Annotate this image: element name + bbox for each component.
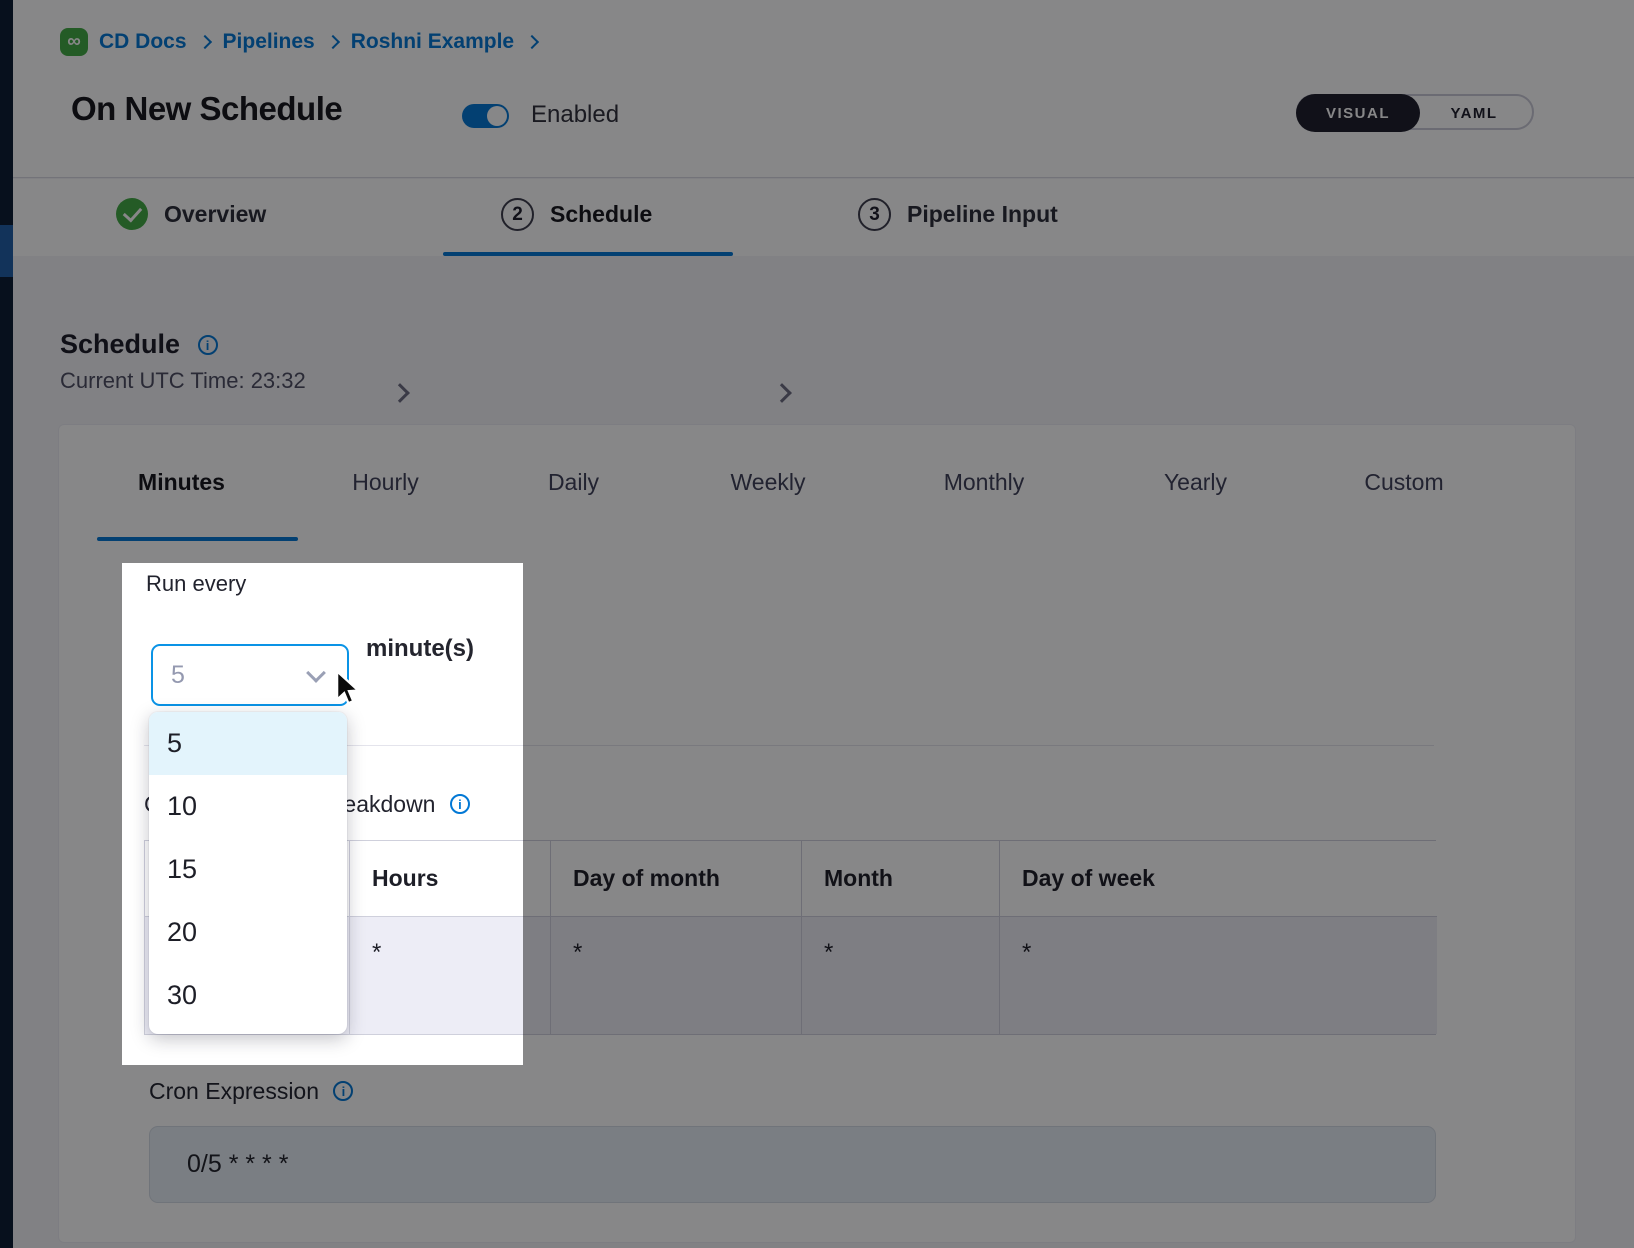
- breadcrumb-cd-docs[interactable]: CD Docs: [99, 30, 187, 54]
- table-cell-day-of-week: *: [1000, 917, 1437, 1034]
- breadcrumb-pipeline-name[interactable]: Roshni Example: [351, 30, 514, 54]
- schedule-section-heading: Schedule: [60, 329, 218, 360]
- cron-expression-input[interactable]: [149, 1126, 1436, 1203]
- active-tab-underline: [97, 537, 298, 541]
- table-cell-month: *: [802, 917, 1000, 1034]
- tab-daily[interactable]: Daily: [542, 469, 605, 496]
- info-icon[interactable]: [333, 1081, 353, 1101]
- table-cell-day-of-month: *: [551, 917, 802, 1034]
- page-header: ∞ CD Docs Pipelines Roshni Example On Ne…: [13, 0, 1634, 178]
- left-nav-strip: [0, 0, 13, 1248]
- step-overview[interactable]: Overview: [116, 198, 266, 230]
- step-schedule[interactable]: 2 Schedule: [501, 198, 652, 231]
- cd-module-icon: ∞: [60, 28, 88, 56]
- left-nav-active-indicator[interactable]: [0, 225, 13, 277]
- active-step-underline: [443, 252, 733, 256]
- tab-hourly[interactable]: Hourly: [347, 469, 424, 496]
- chevron-right-icon: [525, 35, 539, 49]
- yaml-toggle-button[interactable]: YAML: [1416, 96, 1532, 130]
- chevron-right-icon: [197, 35, 211, 49]
- check-circle-icon: [116, 198, 148, 230]
- chevron-right-icon: [326, 35, 340, 49]
- cron-expression-label: Cron Expression: [149, 1078, 353, 1105]
- dropdown-option-30[interactable]: 30: [149, 964, 347, 1027]
- breadcrumb-pipelines[interactable]: Pipelines: [223, 30, 315, 54]
- frequency-tabs: Minutes Hourly Daily Weekly Monthly Year…: [134, 469, 1454, 496]
- table-header-hours: Hours: [350, 841, 551, 917]
- chevron-right-icon: [772, 383, 792, 403]
- table-header-day-of-week: Day of week: [1000, 841, 1437, 917]
- chevron-right-icon: [390, 383, 410, 403]
- dropdown-option-15[interactable]: 15: [149, 838, 347, 901]
- step-label: Schedule: [550, 201, 652, 228]
- info-icon[interactable]: [450, 794, 470, 814]
- visual-toggle-button[interactable]: VISUAL: [1296, 94, 1420, 132]
- current-utc-time: Current UTC Time: 23:32: [60, 368, 306, 394]
- enabled-toggle-label: Enabled: [531, 101, 619, 129]
- table-cell-hours: *: [350, 917, 551, 1034]
- visual-yaml-switch: VISUAL YAML: [1296, 94, 1534, 130]
- wizard-steps-bar: Overview 2 Schedule 3 Pipeline Input: [13, 179, 1634, 256]
- interval-select[interactable]: 5: [151, 644, 349, 706]
- dropdown-option-10[interactable]: 10: [149, 775, 347, 838]
- step-pipeline-input[interactable]: 3 Pipeline Input: [858, 198, 1058, 231]
- table-header-day-of-month: Day of month: [551, 841, 802, 917]
- interval-dropdown-menu: 5 10 15 20 30: [149, 712, 347, 1034]
- dropdown-option-20[interactable]: 20: [149, 901, 347, 964]
- tab-yearly[interactable]: Yearly: [1155, 469, 1236, 496]
- step-number-badge: 3: [858, 198, 891, 231]
- tab-monthly[interactable]: Monthly: [931, 469, 1037, 496]
- tab-custom[interactable]: Custom: [1354, 469, 1454, 496]
- interval-unit-label: minute(s): [366, 635, 474, 663]
- step-label: Overview: [164, 201, 266, 228]
- enabled-toggle[interactable]: [462, 104, 509, 128]
- chevron-down-icon: [306, 663, 326, 683]
- tab-weekly[interactable]: Weekly: [723, 469, 813, 496]
- step-label: Pipeline Input: [907, 201, 1058, 228]
- tab-minutes[interactable]: Minutes: [134, 469, 229, 496]
- page-title: On New Schedule: [71, 90, 342, 128]
- table-header-month: Month: [802, 841, 1000, 917]
- run-every-label: Run every: [146, 571, 246, 597]
- breadcrumb: ∞ CD Docs Pipelines Roshni Example: [60, 28, 539, 56]
- interval-select-value: 5: [171, 661, 185, 690]
- dropdown-option-5[interactable]: 5: [149, 712, 347, 775]
- step-number-badge: 2: [501, 198, 534, 231]
- info-icon[interactable]: [198, 335, 218, 355]
- toggle-knob: [487, 106, 507, 126]
